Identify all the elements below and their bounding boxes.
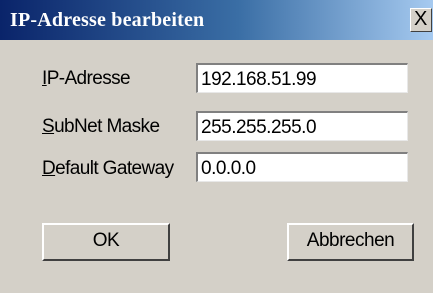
ip-address-label: IP-Adresse <box>42 68 131 90</box>
close-icon: X <box>414 8 428 30</box>
subnet-mask-input[interactable] <box>196 111 408 141</box>
subnet-mask-label: SubNet Maske <box>42 116 160 138</box>
ip-address-input[interactable] <box>196 63 408 93</box>
default-gateway-label: Default Gateway <box>42 158 174 180</box>
subnet-mask-label-text: ubNet Maske <box>54 116 160 137</box>
ip-address-label-text: P-Adresse <box>46 68 131 89</box>
default-gateway-label-text: efault Gateway <box>55 158 174 179</box>
subnet-mask-label-accel: S <box>42 116 55 137</box>
dialog-title: IP-Adresse bearbeiten <box>10 9 205 31</box>
default-gateway-label-accel: D <box>42 158 56 179</box>
cancel-button[interactable]: Abbrechen <box>287 223 414 261</box>
title-bar[interactable]: IP-Adresse bearbeiten X <box>0 0 433 40</box>
edit-ip-dialog: IP-Adresse bearbeiten X IP-Adresse SubNe… <box>0 0 433 293</box>
close-button[interactable]: X <box>410 8 432 32</box>
default-gateway-input[interactable] <box>196 152 408 182</box>
ok-button[interactable]: OK <box>42 223 170 261</box>
